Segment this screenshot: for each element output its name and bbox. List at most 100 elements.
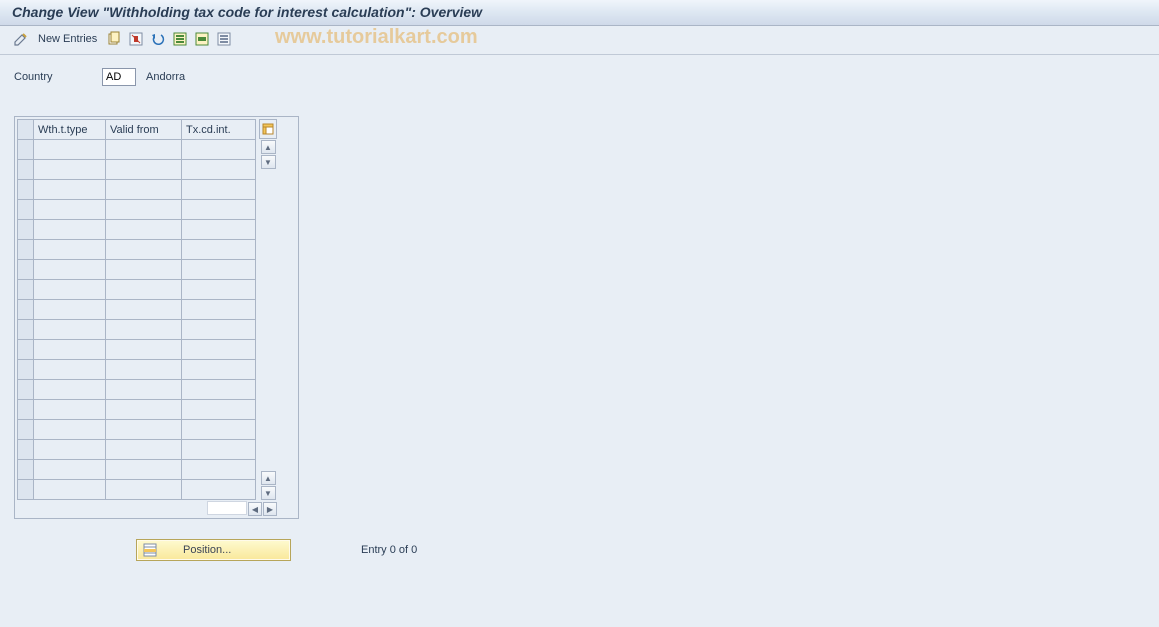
cell[interactable] — [182, 260, 256, 280]
table-row[interactable] — [18, 180, 256, 200]
scroll-up-end-button[interactable]: ▲ — [261, 471, 276, 485]
table-row[interactable] — [18, 300, 256, 320]
cell[interactable] — [182, 380, 256, 400]
cell[interactable] — [106, 300, 182, 320]
cell[interactable] — [106, 440, 182, 460]
cell[interactable] — [34, 360, 106, 380]
cell[interactable] — [34, 460, 106, 480]
cell[interactable] — [106, 200, 182, 220]
cell[interactable] — [34, 440, 106, 460]
row-selector[interactable] — [18, 460, 34, 480]
cell[interactable] — [34, 280, 106, 300]
column-header-tx-cd-int[interactable]: Tx.cd.int. — [182, 120, 256, 140]
row-selector[interactable] — [18, 280, 34, 300]
delete-icon[interactable] — [127, 30, 145, 48]
cell[interactable] — [106, 240, 182, 260]
row-selector[interactable] — [18, 440, 34, 460]
cell[interactable] — [34, 160, 106, 180]
row-selector[interactable] — [18, 320, 34, 340]
scroll-down-end-button[interactable]: ▼ — [261, 486, 276, 500]
undo-icon[interactable] — [149, 30, 167, 48]
cell[interactable] — [182, 140, 256, 160]
cell[interactable] — [182, 160, 256, 180]
cell[interactable] — [182, 240, 256, 260]
table-settings-icon[interactable] — [259, 119, 277, 139]
cell[interactable] — [34, 400, 106, 420]
table-row[interactable] — [18, 200, 256, 220]
cell[interactable] — [106, 420, 182, 440]
cell[interactable] — [182, 340, 256, 360]
cell[interactable] — [106, 320, 182, 340]
table-row[interactable] — [18, 140, 256, 160]
table-row[interactable] — [18, 340, 256, 360]
cell[interactable] — [106, 360, 182, 380]
row-selector[interactable] — [18, 180, 34, 200]
table-row[interactable] — [18, 280, 256, 300]
new-entries-button[interactable]: New Entries — [34, 32, 101, 46]
row-selector[interactable] — [18, 220, 34, 240]
cell[interactable] — [34, 380, 106, 400]
row-selector[interactable] — [18, 420, 34, 440]
cell[interactable] — [106, 160, 182, 180]
cell[interactable] — [182, 200, 256, 220]
scroll-up-button[interactable]: ▲ — [261, 140, 276, 154]
cell[interactable] — [106, 220, 182, 240]
table-row[interactable] — [18, 380, 256, 400]
column-header-valid-from[interactable]: Valid from — [106, 120, 182, 140]
cell[interactable] — [34, 200, 106, 220]
change-icon[interactable] — [12, 30, 30, 48]
table-row[interactable] — [18, 440, 256, 460]
row-selector[interactable] — [18, 240, 34, 260]
row-selector[interactable] — [18, 360, 34, 380]
cell[interactable] — [34, 300, 106, 320]
row-selector[interactable] — [18, 480, 34, 500]
table-row[interactable] — [18, 480, 256, 500]
cell[interactable] — [106, 280, 182, 300]
cell[interactable] — [106, 140, 182, 160]
cell[interactable] — [182, 420, 256, 440]
cell[interactable] — [182, 440, 256, 460]
scroll-right-button[interactable]: ▶ — [263, 502, 277, 516]
scroll-left-button[interactable]: ◀ — [248, 502, 262, 516]
cell[interactable] — [34, 180, 106, 200]
cell[interactable] — [34, 140, 106, 160]
cell[interactable] — [182, 280, 256, 300]
row-selector-header[interactable] — [18, 120, 34, 140]
table-row[interactable] — [18, 420, 256, 440]
cell[interactable] — [182, 480, 256, 500]
cell[interactable] — [182, 400, 256, 420]
select-block-icon[interactable] — [193, 30, 211, 48]
row-selector[interactable] — [18, 140, 34, 160]
row-selector[interactable] — [18, 160, 34, 180]
cell[interactable] — [34, 320, 106, 340]
row-selector[interactable] — [18, 260, 34, 280]
cell[interactable] — [182, 360, 256, 380]
cell[interactable] — [106, 460, 182, 480]
position-button[interactable]: Position... — [136, 539, 291, 561]
cell[interactable] — [182, 320, 256, 340]
column-header-wth-type[interactable]: Wth.t.type — [34, 120, 106, 140]
cell[interactable] — [106, 260, 182, 280]
deselect-icon[interactable] — [215, 30, 233, 48]
table-row[interactable] — [18, 220, 256, 240]
select-all-icon[interactable] — [171, 30, 189, 48]
country-input[interactable] — [102, 68, 136, 86]
cell[interactable] — [106, 400, 182, 420]
cell[interactable] — [106, 340, 182, 360]
scroll-down-button[interactable]: ▼ — [261, 155, 276, 169]
cell[interactable] — [34, 420, 106, 440]
cell[interactable] — [182, 220, 256, 240]
copy-icon[interactable] — [105, 30, 123, 48]
cell[interactable] — [34, 220, 106, 240]
cell[interactable] — [34, 340, 106, 360]
table-row[interactable] — [18, 160, 256, 180]
table-row[interactable] — [18, 320, 256, 340]
row-selector[interactable] — [18, 300, 34, 320]
table-row[interactable] — [18, 260, 256, 280]
table-row[interactable] — [18, 240, 256, 260]
scroll-track-vertical[interactable] — [261, 169, 276, 470]
cell[interactable] — [182, 460, 256, 480]
cell[interactable] — [34, 480, 106, 500]
row-selector[interactable] — [18, 400, 34, 420]
row-selector[interactable] — [18, 200, 34, 220]
